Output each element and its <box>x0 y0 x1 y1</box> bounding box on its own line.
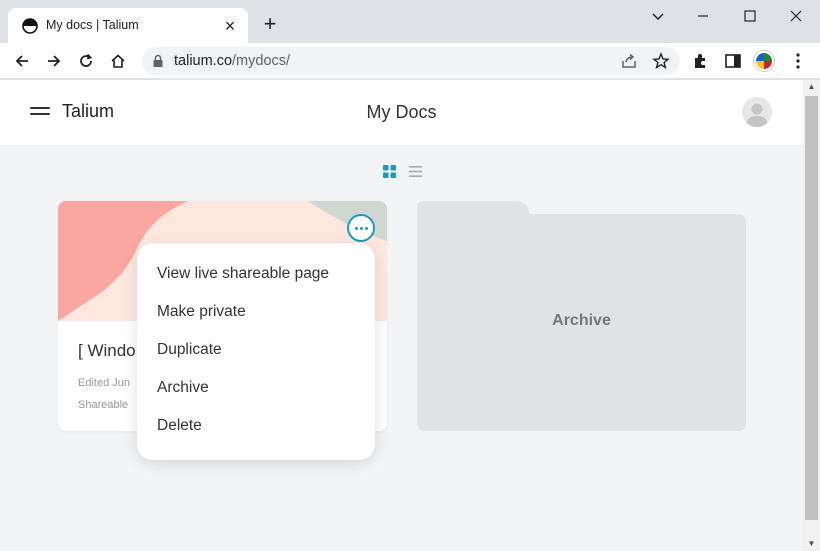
app-header: Talium My Docs <box>0 80 803 145</box>
maximize-icon[interactable] <box>736 5 764 27</box>
minimize-icon[interactable] <box>689 5 717 27</box>
lock-icon <box>153 54 163 67</box>
reload-icon[interactable] <box>74 49 98 73</box>
share-icon[interactable] <box>620 52 638 70</box>
url-text: talium.co/mydocs/ <box>174 53 291 69</box>
menu-item-make-private[interactable]: Make private <box>137 293 375 331</box>
menu-item-delete[interactable]: Delete <box>137 407 375 445</box>
home-icon[interactable] <box>106 49 130 73</box>
tab-close-button[interactable]: × <box>220 16 240 36</box>
user-avatar-icon[interactable] <box>742 97 772 127</box>
window-close-icon[interactable] <box>782 5 810 27</box>
side-panel-icon[interactable] <box>723 51 743 71</box>
more-options-icon[interactable] <box>347 214 375 242</box>
doc-context-menu: View live shareable page Make private Du… <box>137 243 375 460</box>
new-tab-button[interactable]: + <box>258 13 282 37</box>
scrollbar-thumb[interactable] <box>805 96 818 520</box>
page-viewport: Talium My Docs [ Windo Edited Jun Sharea… <box>0 80 803 551</box>
tab-title: My docs | Talium <box>46 18 139 32</box>
profile-avatar-icon[interactable] <box>754 51 774 71</box>
doc-edited-date: Edited Jun <box>78 377 130 389</box>
scroll-down-arrow-icon[interactable]: ▼ <box>803 537 820 551</box>
list-view-icon[interactable] <box>409 165 422 178</box>
back-arrow-icon[interactable] <box>10 49 34 73</box>
address-bar[interactable]: talium.co/mydocs/ <box>142 47 680 75</box>
extensions-puzzle-icon[interactable] <box>691 51 711 71</box>
browser-menu-icon[interactable] <box>788 51 808 71</box>
talium-favicon-icon <box>22 18 38 34</box>
browser-toolbar: talium.co/mydocs/ <box>0 43 820 79</box>
archive-folder[interactable]: Archive <box>417 201 746 431</box>
archive-label: Archive <box>552 312 611 329</box>
menu-item-archive[interactable]: Archive <box>137 369 375 407</box>
menu-item-duplicate[interactable]: Duplicate <box>137 331 375 369</box>
page-title: My Docs <box>366 102 437 122</box>
doc-sharing-status: Shareable <box>78 399 129 411</box>
bookmark-star-icon[interactable] <box>652 52 670 70</box>
page-scrollbar[interactable]: ▲ ▼ <box>803 80 820 551</box>
forward-arrow-icon[interactable] <box>42 49 66 73</box>
menu-item-view-live-page[interactable]: View live shareable page <box>137 255 375 293</box>
tab-search-chevron-icon[interactable] <box>644 5 672 27</box>
doc-title: [ Windo <box>78 341 136 360</box>
browser-tab[interactable]: My docs | Talium × <box>8 8 248 43</box>
scroll-up-arrow-icon[interactable]: ▲ <box>803 80 820 94</box>
grid-view-icon[interactable] <box>383 165 396 178</box>
browser-tabstrip: My docs | Talium × + <box>0 0 820 43</box>
